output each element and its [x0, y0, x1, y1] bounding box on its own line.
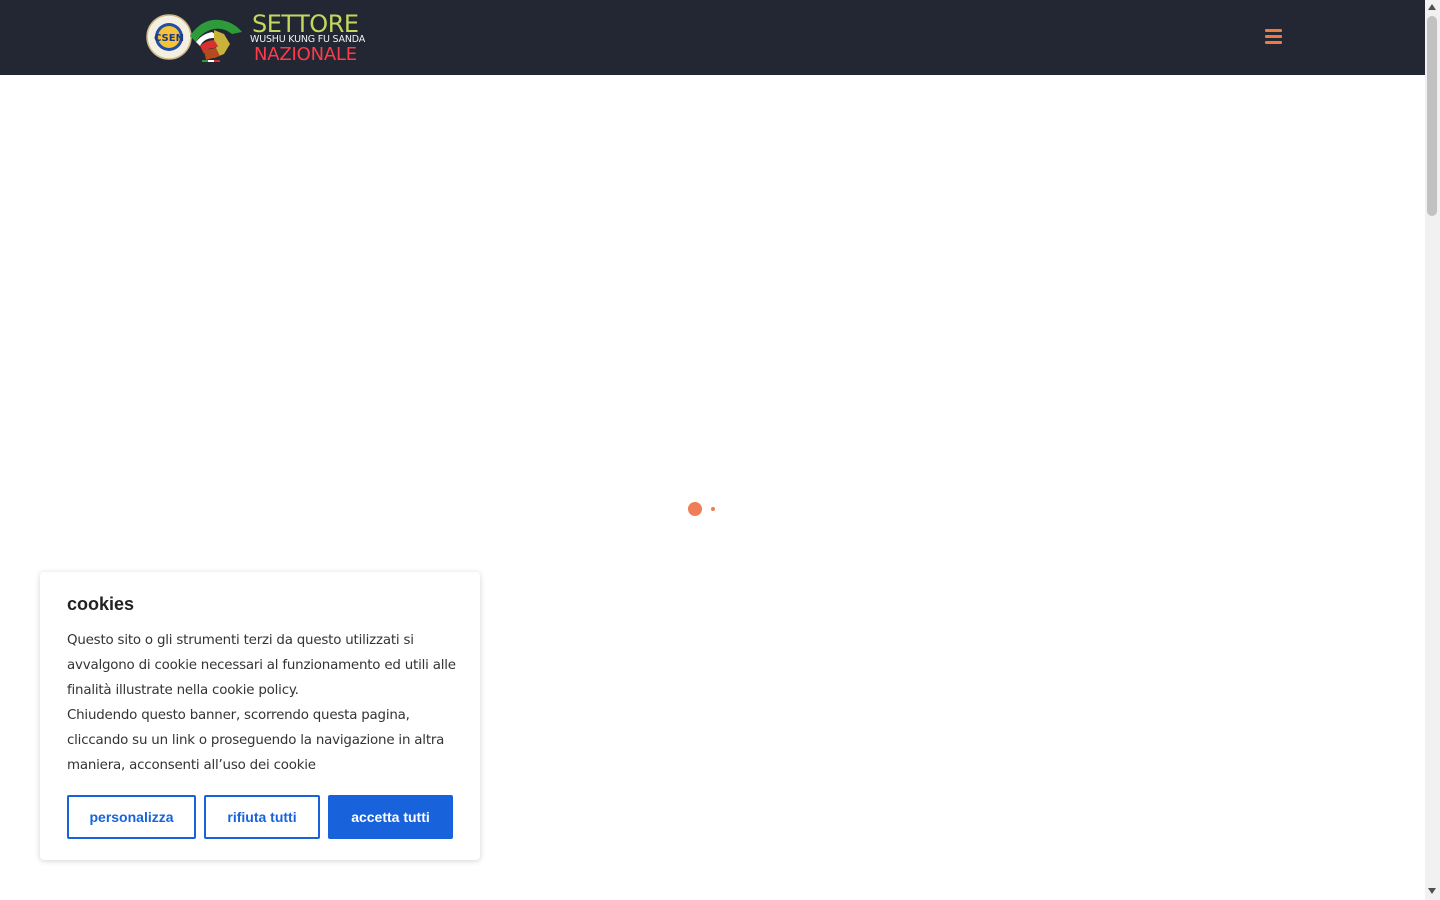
- scroll-up-arrow-icon[interactable]: [1428, 4, 1436, 10]
- site-header: CSEN SETTORE WUSHU KUNG FU SANDA NAZIONA…: [0, 0, 1425, 75]
- menu-bar-bottom: [1265, 41, 1282, 44]
- menu-bar-top: [1265, 29, 1282, 32]
- seal-text: CSEN: [154, 33, 184, 44]
- site-logo[interactable]: CSEN SETTORE WUSHU KUNG FU SANDA NAZIONA…: [146, 10, 368, 66]
- menu-bar-middle: [1265, 35, 1282, 38]
- loader-dot-small: [711, 507, 715, 511]
- cookie-banner: cookies Questo sito o gli strumenti terz…: [40, 572, 480, 860]
- hamburger-menu-icon[interactable]: [1265, 29, 1283, 46]
- loader-dot-large: [688, 502, 702, 516]
- scroll-down-arrow-icon[interactable]: [1428, 888, 1436, 894]
- logo-wordmark: SETTORE WUSHU KUNG FU SANDA NAZIONALE: [250, 10, 368, 66]
- vertical-scrollbar[interactable]: [1425, 0, 1440, 900]
- kung-fu-figure-icon: [190, 19, 242, 62]
- logo-line-nazionale: NAZIONALE: [254, 44, 357, 65]
- cookie-banner-title: cookies: [67, 594, 135, 614]
- scrollbar-thumb[interactable]: [1427, 16, 1437, 216]
- customize-button[interactable]: personalizza: [67, 795, 196, 839]
- cookie-text-paragraph-1: Questo sito o gli strumenti terzi da que…: [67, 633, 456, 698]
- accept-all-button[interactable]: accetta tutti: [328, 795, 453, 839]
- page: CSEN SETTORE WUSHU KUNG FU SANDA NAZIONA…: [0, 0, 1440, 900]
- reject-all-button[interactable]: rifiuta tutti: [204, 795, 320, 839]
- cookie-banner-text: Questo sito o gli strumenti terzi da que…: [67, 628, 459, 778]
- cookie-text-paragraph-2: Chiudendo questo banner, scorrendo quest…: [67, 708, 445, 773]
